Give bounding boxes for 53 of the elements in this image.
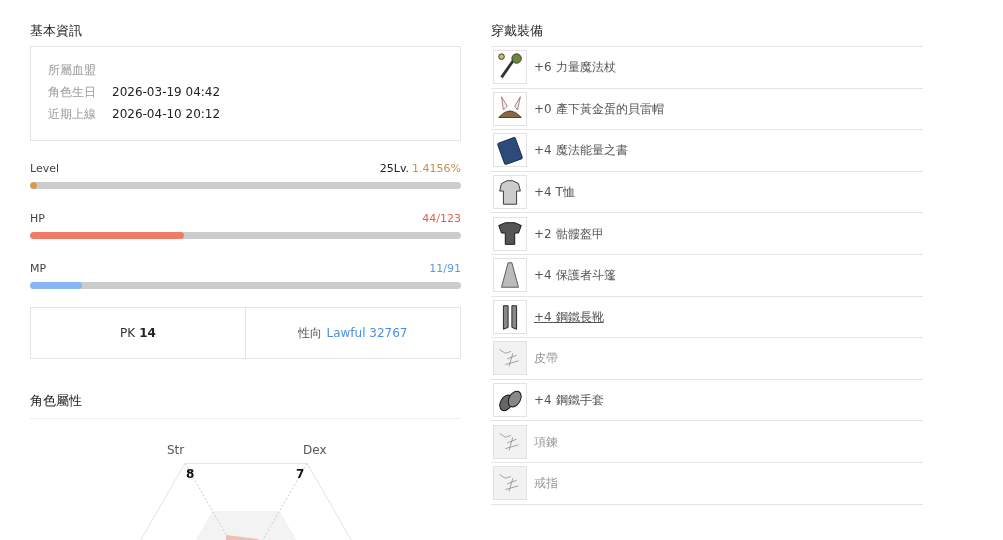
item-picture — [493, 299, 527, 334]
meter-label: MP — [30, 261, 47, 278]
equipment-row[interactable]: +4 T恤 — [491, 171, 923, 214]
meter-reading: 1.4156% — [412, 161, 461, 178]
info-label: 所屬血盟 — [48, 62, 97, 79]
equipment-row[interactable]: +2 骷髏盔甲 — [491, 213, 923, 255]
item-name: +4 魔法能量之書 — [534, 142, 628, 160]
item-picture — [493, 175, 527, 210]
item-name: +4 保護者斗篷 — [534, 267, 616, 285]
section-title: 基本資訊 — [30, 22, 83, 40]
item-name: +4 鋼鐵手套 — [534, 392, 604, 410]
empty-slot-icon — [493, 466, 527, 501]
equipment-row[interactable]: +4 保護者斗篷 — [491, 254, 923, 297]
stat-name: Dex — [303, 441, 327, 459]
item-picture — [493, 133, 527, 168]
item-picture — [493, 383, 527, 418]
item-name: 戒指 — [534, 475, 558, 493]
item-name: 項鍊 — [534, 433, 558, 451]
empty-slot-icon — [493, 341, 527, 376]
info-value: 2026-04-10 20:12 — [112, 106, 221, 123]
equipment-row[interactable]: +4 鋼鐵手套 — [491, 379, 923, 422]
meter-reading: 44/123 — [422, 211, 461, 228]
level-number: 25Lv. — [379, 161, 410, 178]
equipment-row[interactable]: +6 力量魔法杖 — [491, 47, 923, 89]
empty-slot-icon — [493, 424, 527, 459]
equipment-row[interactable]: +0 產下黃金蛋的貝雷帽 — [491, 88, 923, 131]
info-label: 近期上線 — [48, 106, 97, 123]
item-name: +4 T恤 — [534, 184, 575, 202]
section-title: 角色屬性 — [30, 391, 83, 410]
meter-label: Level — [30, 161, 60, 178]
meter-label: HP — [30, 211, 45, 228]
stat-value: 8 — [186, 465, 195, 483]
equipment-row[interactable]: +4 魔法能量之書 — [491, 130, 923, 172]
item-picture — [493, 216, 527, 251]
item-picture — [493, 258, 527, 293]
item-name: +0 產下黃金蛋的貝雷帽 — [534, 100, 664, 118]
section-title: 穿戴裝備 — [491, 22, 544, 40]
equipment-row[interactable]: +4 鋼鐵長靴 — [491, 296, 923, 339]
item-picture — [493, 91, 527, 126]
stat-value: 7 — [296, 465, 305, 483]
info-value: 2026-03-19 04:42 — [112, 84, 221, 101]
item-name: +4 鋼鐵長靴 — [534, 308, 604, 326]
item-name: 皮帶 — [534, 350, 558, 368]
info-label: 角色生日 — [48, 84, 97, 101]
pk-value: 14 — [139, 325, 156, 342]
alignment-label: 性向 — [298, 325, 323, 342]
meter-reading: 11/91 — [429, 261, 461, 278]
item-picture — [493, 50, 527, 85]
pk-label: PK — [120, 325, 136, 342]
stat-name: Str — [167, 441, 185, 459]
alignment-value: Lawful 32767 — [326, 325, 408, 342]
item-name: +6 力量魔法杖 — [534, 59, 616, 77]
item-name: +2 骷髏盔甲 — [534, 225, 604, 243]
